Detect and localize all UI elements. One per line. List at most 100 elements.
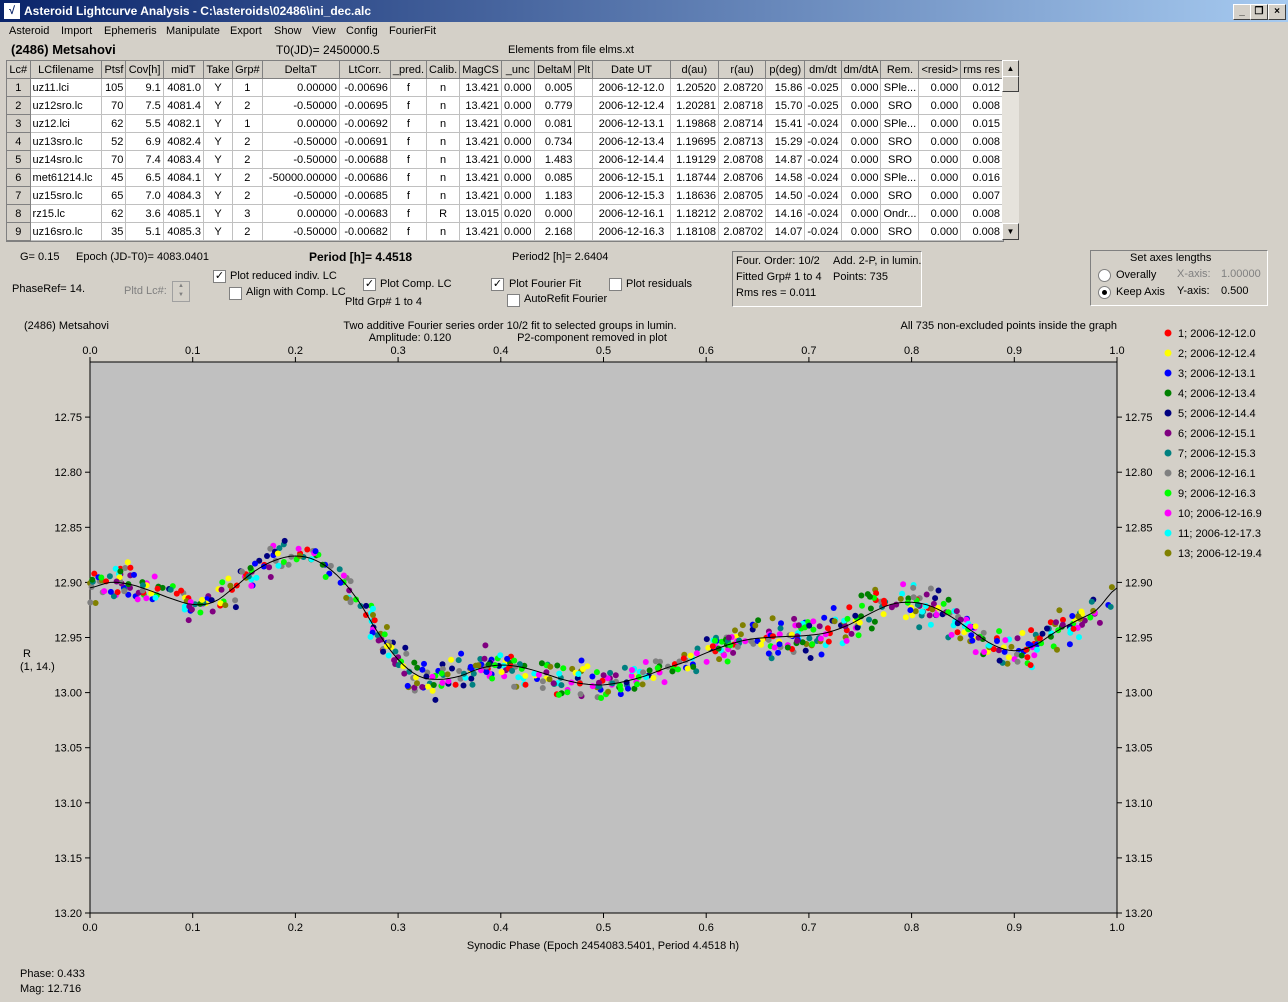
table-cell[interactable]: 1.20520 [670, 78, 719, 97]
table-cell[interactable]: 2.168 [534, 222, 576, 241]
table-cell[interactable]: Y [203, 132, 234, 151]
scroll-down-icon[interactable]: ▼ [1002, 223, 1019, 240]
table-cell[interactable]: 0.00000 [262, 114, 340, 133]
table-cell[interactable]: f [390, 96, 428, 115]
table-cell[interactable]: 0.000 [841, 132, 882, 151]
table-cell[interactable]: 1.18744 [670, 168, 719, 187]
table-cell[interactable]: -0.00683 [339, 204, 391, 223]
table-cell[interactable]: 0.008 [960, 150, 1003, 169]
table-cell[interactable]: 0.000 [501, 222, 535, 241]
column-header[interactable]: DeltaM [534, 61, 576, 79]
table-cell[interactable]: 13.015 [459, 204, 502, 223]
table-cell[interactable]: SRO [880, 132, 920, 151]
column-header[interactable]: MagCS [459, 61, 502, 79]
table-cell[interactable]: 1.20281 [670, 96, 719, 115]
table-cell[interactable]: uz12.lci [30, 114, 103, 133]
table-row[interactable]: 8 rz15.lc 62 3.6 4085.1 Y 3 0.00000 -0.00683 f R 13… [7, 204, 1003, 223]
table-cell[interactable]: 0.779 [534, 96, 576, 115]
table-cell[interactable]: SRO [880, 186, 920, 205]
table-cell[interactable]: 13.421 [459, 222, 502, 241]
row-header[interactable]: 1 [7, 78, 31, 97]
table-cell[interactable]: 2.08702 [718, 222, 767, 241]
table-row[interactable]: 7 uz15sro.lc 65 7.0 4084.3 Y 2 -0.50000 -0.00685… [7, 186, 1003, 205]
table-cell[interactable]: 7.5 [125, 96, 164, 115]
table-cell[interactable]: 2006-12-13.1 [592, 114, 671, 133]
table-cell[interactable]: 4082.4 [163, 132, 204, 151]
column-header[interactable]: Ptsf [101, 61, 127, 79]
table-cell[interactable]: 1.18108 [670, 222, 719, 241]
table-cell[interactable]: 0.007 [960, 186, 1003, 205]
menu-ephemeris[interactable]: Ephemeris [104, 25, 157, 37]
table-cell[interactable] [574, 222, 594, 241]
table-cell[interactable]: 6.9 [125, 132, 164, 151]
table-cell[interactable]: -0.024 [804, 168, 842, 187]
table-cell[interactable]: uz11.lci [30, 78, 103, 97]
column-header[interactable]: r(au) [718, 61, 767, 79]
table-cell[interactable]: 13.421 [459, 96, 502, 115]
column-header[interactable]: p(deg) [765, 61, 806, 79]
table-cell[interactable]: 2.08708 [718, 150, 767, 169]
table-cell[interactable]: 0.081 [534, 114, 576, 133]
table-cell[interactable]: 2.08706 [718, 168, 767, 187]
table-cell[interactable]: 2006-12-15.3 [592, 186, 671, 205]
row-header[interactable]: 6 [7, 168, 31, 187]
table-cell[interactable]: Y [203, 150, 234, 169]
column-header[interactable]: Cov[h] [125, 61, 164, 79]
period2-label[interactable]: Period2 [h]= 2.6404 [512, 251, 608, 263]
table-cell[interactable]: 7.0 [125, 186, 164, 205]
row-header[interactable]: 3 [7, 114, 31, 133]
menu-fourierfit[interactable]: FourierFit [389, 25, 436, 37]
table-cell[interactable]: 2 [232, 132, 263, 151]
table-cell[interactable]: SPle... [880, 114, 920, 133]
table-cell[interactable]: 13.421 [459, 132, 502, 151]
table-cell[interactable] [574, 204, 594, 223]
table-cell[interactable]: -0.00685 [339, 186, 391, 205]
table-cell[interactable]: f [390, 150, 428, 169]
table-cell[interactable]: 2006-12-12.4 [592, 96, 671, 115]
table-cell[interactable]: rz15.lc [30, 204, 103, 223]
column-header[interactable]: Calib. [426, 61, 461, 79]
table-cell[interactable]: -0.50000 [262, 150, 340, 169]
column-header[interactable]: rms res [960, 61, 1003, 79]
table-cell[interactable]: uz13sro.lc [30, 132, 103, 151]
table-cell[interactable]: 0.000 [841, 114, 882, 133]
table-cell[interactable]: 15.86 [765, 78, 806, 97]
restore-button[interactable]: ❐ [1250, 4, 1268, 20]
table-cell[interactable]: 1 [232, 78, 263, 97]
table-cell[interactable]: uz14sro.lc [30, 150, 103, 169]
table-cell[interactable]: Y [203, 114, 234, 133]
table-cell[interactable]: 0.000 [501, 114, 535, 133]
table-cell[interactable]: 14.50 [765, 186, 806, 205]
table-cell[interactable]: 0.000 [534, 204, 576, 223]
table-cell[interactable]: 0.000 [501, 96, 535, 115]
table-cell[interactable]: -0.00692 [339, 114, 391, 133]
table-row[interactable]: 6 met61214.lc 45 6.5 4084.1 Y 2 -50000.00000 -0.… [7, 168, 1003, 187]
table-row[interactable]: 5 uz14sro.lc 70 7.4 4083.4 Y 2 -0.50000 -0.00688… [7, 150, 1003, 169]
table-cell[interactable]: n [426, 222, 461, 241]
table-cell[interactable]: 15.70 [765, 96, 806, 115]
table-cell[interactable]: 0.000 [841, 96, 882, 115]
table-cell[interactable]: 2.08713 [718, 132, 767, 151]
table-cell[interactable]: f [390, 168, 428, 187]
column-header[interactable]: Lc# [7, 61, 31, 79]
column-header[interactable]: <resid> [918, 61, 962, 79]
plot-reduced-checkbox[interactable]: ✓ [213, 270, 226, 283]
table-cell[interactable]: 14.16 [765, 204, 806, 223]
table-cell[interactable]: 0.020 [501, 204, 535, 223]
table-cell[interactable]: 0.000 [501, 78, 535, 97]
menu-view[interactable]: View [312, 25, 336, 37]
table-cell[interactable]: -0.024 [804, 222, 842, 241]
table-cell[interactable]: 15.41 [765, 114, 806, 133]
table-cell[interactable]: 0.008 [960, 204, 1003, 223]
table-cell[interactable]: Y [203, 168, 234, 187]
table-cell[interactable]: 0.000 [841, 168, 882, 187]
table-cell[interactable]: 13.421 [459, 78, 502, 97]
table-cell[interactable]: 0.734 [534, 132, 576, 151]
row-header[interactable]: 2 [7, 96, 31, 115]
table-cell[interactable]: 0.000 [501, 186, 535, 205]
table-cell[interactable]: 7.4 [125, 150, 164, 169]
table-cell[interactable]: 0.000 [918, 150, 962, 169]
table-cell[interactable]: 2006-12-15.1 [592, 168, 671, 187]
table-cell[interactable] [574, 132, 594, 151]
table-cell[interactable]: 5.1 [125, 222, 164, 241]
